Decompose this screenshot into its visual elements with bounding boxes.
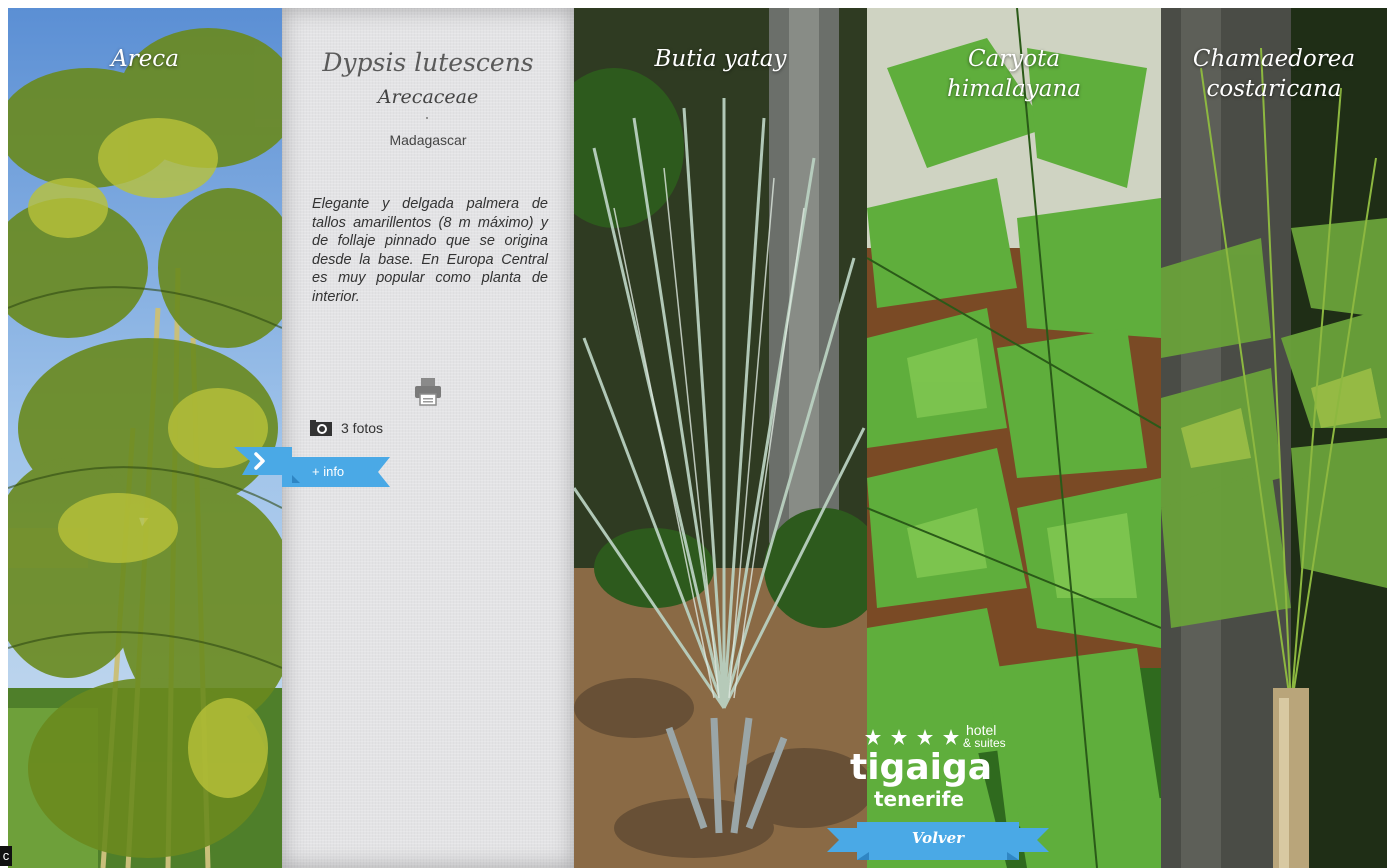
photos-count: 3 fotos — [341, 420, 384, 436]
logo-place-text: tenerife — [874, 787, 964, 811]
panel-areca[interactable]: Areca — [8, 8, 282, 868]
expand-arrow-button[interactable] — [234, 447, 300, 483]
panel-chamaedorea-costaricana[interactable]: Chamaedorea costaricana — [1161, 8, 1387, 868]
origin-text: Madagascar — [389, 132, 467, 148]
photo-chamaedorea-costaricana — [1161, 8, 1387, 868]
family-name: Arecaceae — [377, 86, 479, 108]
panel-title: Butia yatay — [654, 46, 787, 72]
back-button[interactable]: Volver — [827, 816, 1049, 860]
separator-dot — [426, 117, 428, 119]
more-info-label: + info — [312, 464, 345, 479]
panel-title: Caryota himalayana — [947, 46, 1081, 102]
stars-icon — [865, 729, 959, 745]
corner-label: c — [0, 846, 12, 866]
panel-title: Chamaedorea costaricana — [1192, 46, 1356, 102]
logo-brand-text: tigaiga — [850, 747, 992, 788]
photos-link[interactable]: 3 fotos — [310, 420, 383, 436]
plant-info-card: Dypsis lutescens Arecaceae Madagascar El… — [282, 8, 574, 868]
panel-title: Areca — [111, 46, 179, 72]
photo-areca — [8, 8, 282, 868]
scientific-name: Dypsis lutescens — [322, 48, 534, 77]
hotel-logo[interactable]: hotel & suites tigaiga tenerife — [838, 716, 1018, 816]
photo-butia-yatay — [574, 8, 867, 868]
panel-butia-yatay[interactable]: Butia yatay — [574, 8, 867, 868]
description-text: Elegante y delgada palmera de tallos ama… — [312, 196, 548, 305]
printer-icon[interactable] — [415, 378, 441, 406]
plant-gallery: Areca Dypsis lutescens Arecaceae Madagas… — [8, 8, 1387, 868]
camera-icon — [310, 420, 332, 436]
back-button-label: Volver — [911, 829, 965, 847]
